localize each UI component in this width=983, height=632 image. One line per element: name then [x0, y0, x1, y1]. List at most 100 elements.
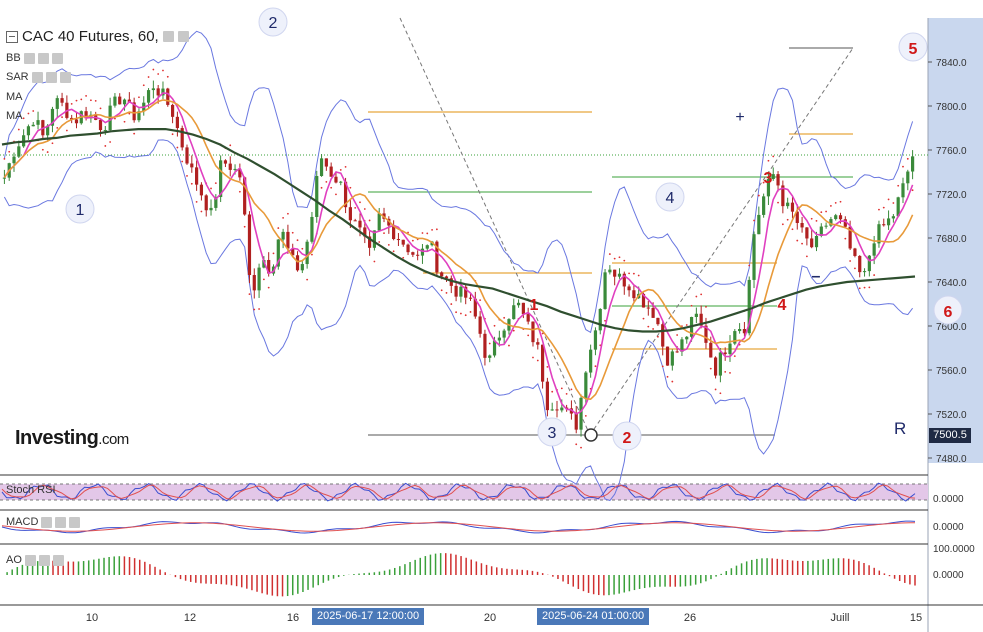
candle-body: [675, 351, 679, 353]
candle-body: [396, 239, 401, 241]
candle-body: [545, 381, 549, 411]
sar-dot: [594, 365, 597, 368]
sar-dot: [887, 198, 890, 201]
close-icon[interactable]: [59, 71, 71, 83]
candle-body: [574, 413, 578, 430]
eye-icon[interactable]: [24, 554, 36, 566]
sar-dot: [238, 190, 241, 193]
plus-marker: +: [735, 109, 744, 126]
sar-dot: [767, 159, 770, 162]
gear-icon[interactable]: [55, 516, 67, 528]
candle-body: [872, 243, 876, 256]
candle-body: [228, 163, 232, 170]
candle-body: [838, 215, 843, 220]
gear-icon[interactable]: [38, 554, 50, 566]
close-icon[interactable]: [69, 516, 81, 528]
sar-dot: [791, 228, 794, 231]
close-icon[interactable]: [52, 554, 64, 566]
ma-short-line: [3, 99, 914, 401]
sar-dot: [104, 145, 107, 147]
candle-body: [175, 116, 179, 129]
candle-body: [738, 329, 742, 332]
sar-dot: [195, 200, 198, 203]
sar-dot: [911, 189, 914, 192]
eye-icon[interactable]: [31, 71, 43, 83]
indicator-row-ma[interactable]: MA: [6, 91, 23, 103]
axis-labels: 7840.07800.07760.07720.07680.07640.07600…: [86, 58, 975, 624]
sar-dot: [652, 328, 655, 330]
sar-dot: [772, 155, 775, 158]
sar-dot: [863, 286, 866, 289]
sar-dot: [897, 184, 900, 187]
sar-dot: [536, 359, 539, 362]
sar-dot: [445, 292, 448, 294]
stoch-label[interactable]: Stoch RSI: [6, 484, 56, 496]
candle-body: [632, 290, 636, 299]
sar-dot: [820, 211, 823, 214]
r-marker[interactable]: R: [894, 419, 906, 439]
sar-dot: [527, 334, 530, 337]
sar-dot: [546, 365, 549, 368]
indicator-label: MA: [6, 91, 23, 103]
candle-body: [516, 302, 521, 306]
candle-body: [834, 215, 838, 220]
pivot-circle[interactable]: [584, 428, 598, 442]
crosshair-date-2: 2025-06-24 01:00:00: [537, 608, 650, 625]
chart-canvas[interactable]: 7840.07800.07760.07720.07680.07640.07600…: [0, 0, 983, 632]
gear-icon[interactable]: [45, 71, 57, 83]
eye-icon[interactable]: [23, 52, 35, 64]
sar-dot: [267, 286, 270, 289]
candle-body: [166, 88, 170, 105]
eye-icon[interactable]: [41, 516, 53, 528]
candle-body: [685, 336, 689, 340]
sar-dot: [777, 201, 779, 204]
candle-body: [55, 98, 59, 109]
sar-dot: [786, 218, 789, 221]
sar-dot: [162, 69, 164, 72]
ao-label[interactable]: AO: [6, 554, 64, 566]
sar-dot: [291, 231, 294, 234]
sar-dot: [608, 253, 611, 255]
wave-label-blue: 2: [269, 15, 278, 32]
sar-dot: [532, 356, 534, 359]
price-plot: [1, 30, 916, 502]
gear-icon[interactable]: [37, 52, 49, 64]
pane-axis-label: 0.0000: [933, 570, 964, 581]
eye-icon[interactable]: [162, 31, 174, 42]
price-tick-label: 7680.0: [936, 234, 967, 245]
sar-dot: [344, 165, 347, 168]
candle-body: [603, 272, 607, 309]
sar-dot: [512, 329, 515, 332]
sar-dot: [882, 206, 885, 209]
candle-body: [858, 255, 862, 273]
sar-dot: [479, 299, 482, 301]
sar-dot: [729, 372, 731, 374]
macd-label[interactable]: MACD: [6, 516, 81, 528]
sar-dot: [214, 182, 217, 184]
sar-dot: [796, 239, 799, 242]
indicator-row-sar[interactable]: SAR: [6, 71, 71, 83]
sar-dot: [186, 175, 188, 177]
candle-body: [886, 218, 891, 226]
gear-icon[interactable]: [177, 31, 189, 42]
candle-body: [910, 156, 915, 172]
candle-body: [401, 239, 405, 245]
wave-label-red: 5: [909, 41, 918, 58]
sar-dot: [171, 133, 174, 136]
sar-dot: [628, 272, 630, 275]
candle-body: [502, 330, 506, 338]
sar-dot: [719, 392, 722, 395]
chart-title[interactable]: CAC 40 Futures, 60,: [6, 28, 189, 45]
candle-body: [536, 342, 540, 345]
collapse-icon[interactable]: [6, 30, 18, 43]
sar-dot: [805, 255, 808, 258]
candle-body: [310, 216, 314, 242]
candle-body: [329, 166, 333, 177]
close-icon[interactable]: [51, 52, 63, 64]
candle-body: [204, 195, 208, 211]
sar-dot: [700, 293, 703, 296]
sar-dot: [402, 256, 405, 259]
indicator-row-ma-2[interactable]: MA: [6, 110, 23, 122]
sar-dot: [56, 126, 59, 129]
indicator-row-bb[interactable]: BB: [6, 52, 63, 64]
